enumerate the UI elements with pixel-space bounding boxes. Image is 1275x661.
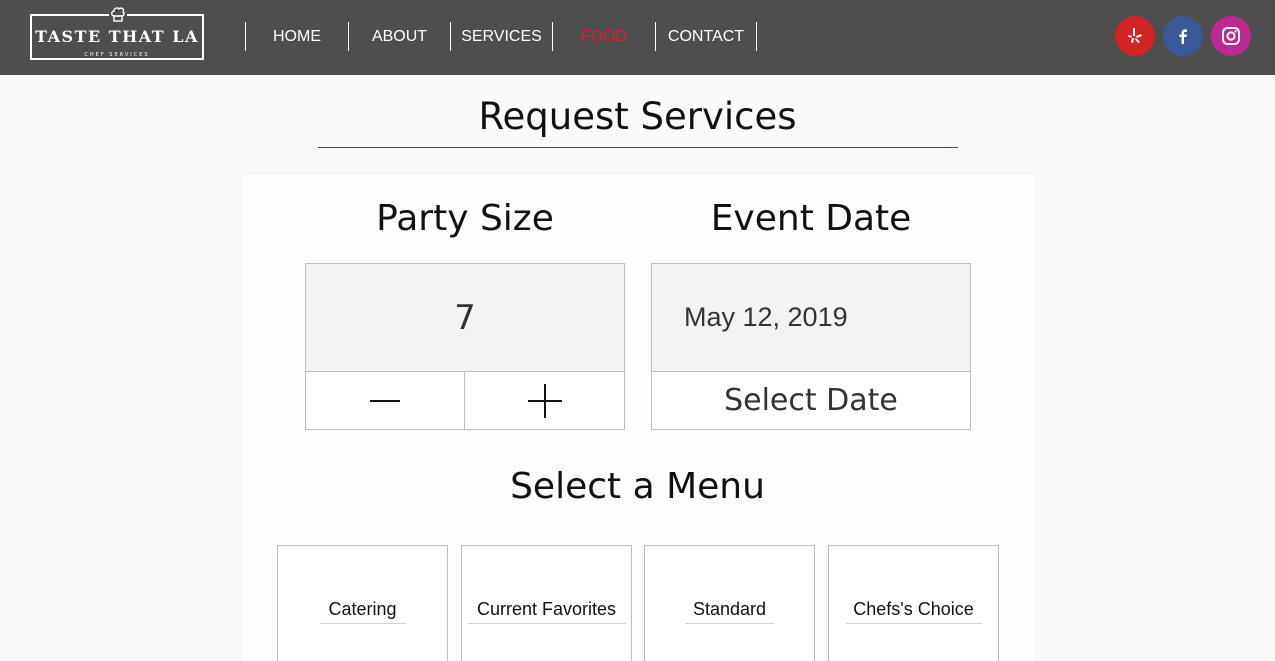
menu-option-label: Catering: [328, 599, 397, 619]
menu-option-label: Chefs's Choice: [853, 599, 974, 619]
plus-icon: [527, 383, 562, 418]
decrement-button[interactable]: [306, 372, 465, 429]
brand-tagline: CHEF SERVICES: [84, 52, 150, 58]
menu-option-underline: [685, 623, 774, 624]
nav-food[interactable]: FOOD: [552, 22, 655, 51]
event-date-heading: Event Date: [710, 198, 912, 239]
menu-option-underline: [320, 623, 406, 624]
party-size-value[interactable]: 7: [306, 264, 624, 372]
select-date-button[interactable]: Select Date: [652, 372, 970, 429]
event-date-value[interactable]: May 12, 2019: [652, 264, 970, 372]
select-menu-heading: Select a Menu: [510, 466, 765, 507]
party-size-stepper: 7: [305, 263, 625, 430]
minus-icon: [370, 399, 400, 402]
menu-option-standard[interactable]: Standard: [644, 545, 815, 661]
event-date-picker: May 12, 2019 Select Date: [651, 263, 971, 430]
page-title: Request Services: [478, 95, 797, 138]
brand-logo[interactable]: TASTE THAT LA CHEF SERVICES: [30, 5, 204, 60]
yelp-icon[interactable]: [1115, 16, 1155, 56]
increment-button[interactable]: [465, 372, 624, 429]
nav-about[interactable]: ABOUT: [348, 22, 450, 51]
main-nav: HOME ABOUT SERVICES FOOD CONTACT: [245, 22, 757, 51]
menu-option-current-favorites[interactable]: Current Favorites: [461, 545, 632, 661]
nav-contact[interactable]: CONTACT: [655, 22, 757, 51]
facebook-icon[interactable]: [1163, 16, 1203, 56]
menu-option-underline: [468, 623, 626, 624]
nav-services[interactable]: SERVICES: [450, 22, 552, 51]
menu-option-catering[interactable]: Catering: [277, 545, 448, 661]
menu-option-chefs-choice[interactable]: Chefs's Choice: [828, 545, 999, 661]
instagram-icon[interactable]: [1211, 16, 1251, 56]
menu-option-label: Current Favorites: [476, 599, 617, 619]
nav-home[interactable]: HOME: [245, 22, 348, 51]
menu-option-underline: [846, 623, 982, 624]
title-divider: [318, 147, 958, 148]
menu-option-label: Standard: [692, 599, 767, 619]
party-size-heading: Party Size: [376, 198, 554, 239]
site-header: TASTE THAT LA CHEF SERVICES HOME ABOUT S…: [0, 0, 1275, 75]
chef-hat-icon: [109, 5, 127, 23]
brand-name: TASTE THAT LA: [35, 27, 199, 46]
